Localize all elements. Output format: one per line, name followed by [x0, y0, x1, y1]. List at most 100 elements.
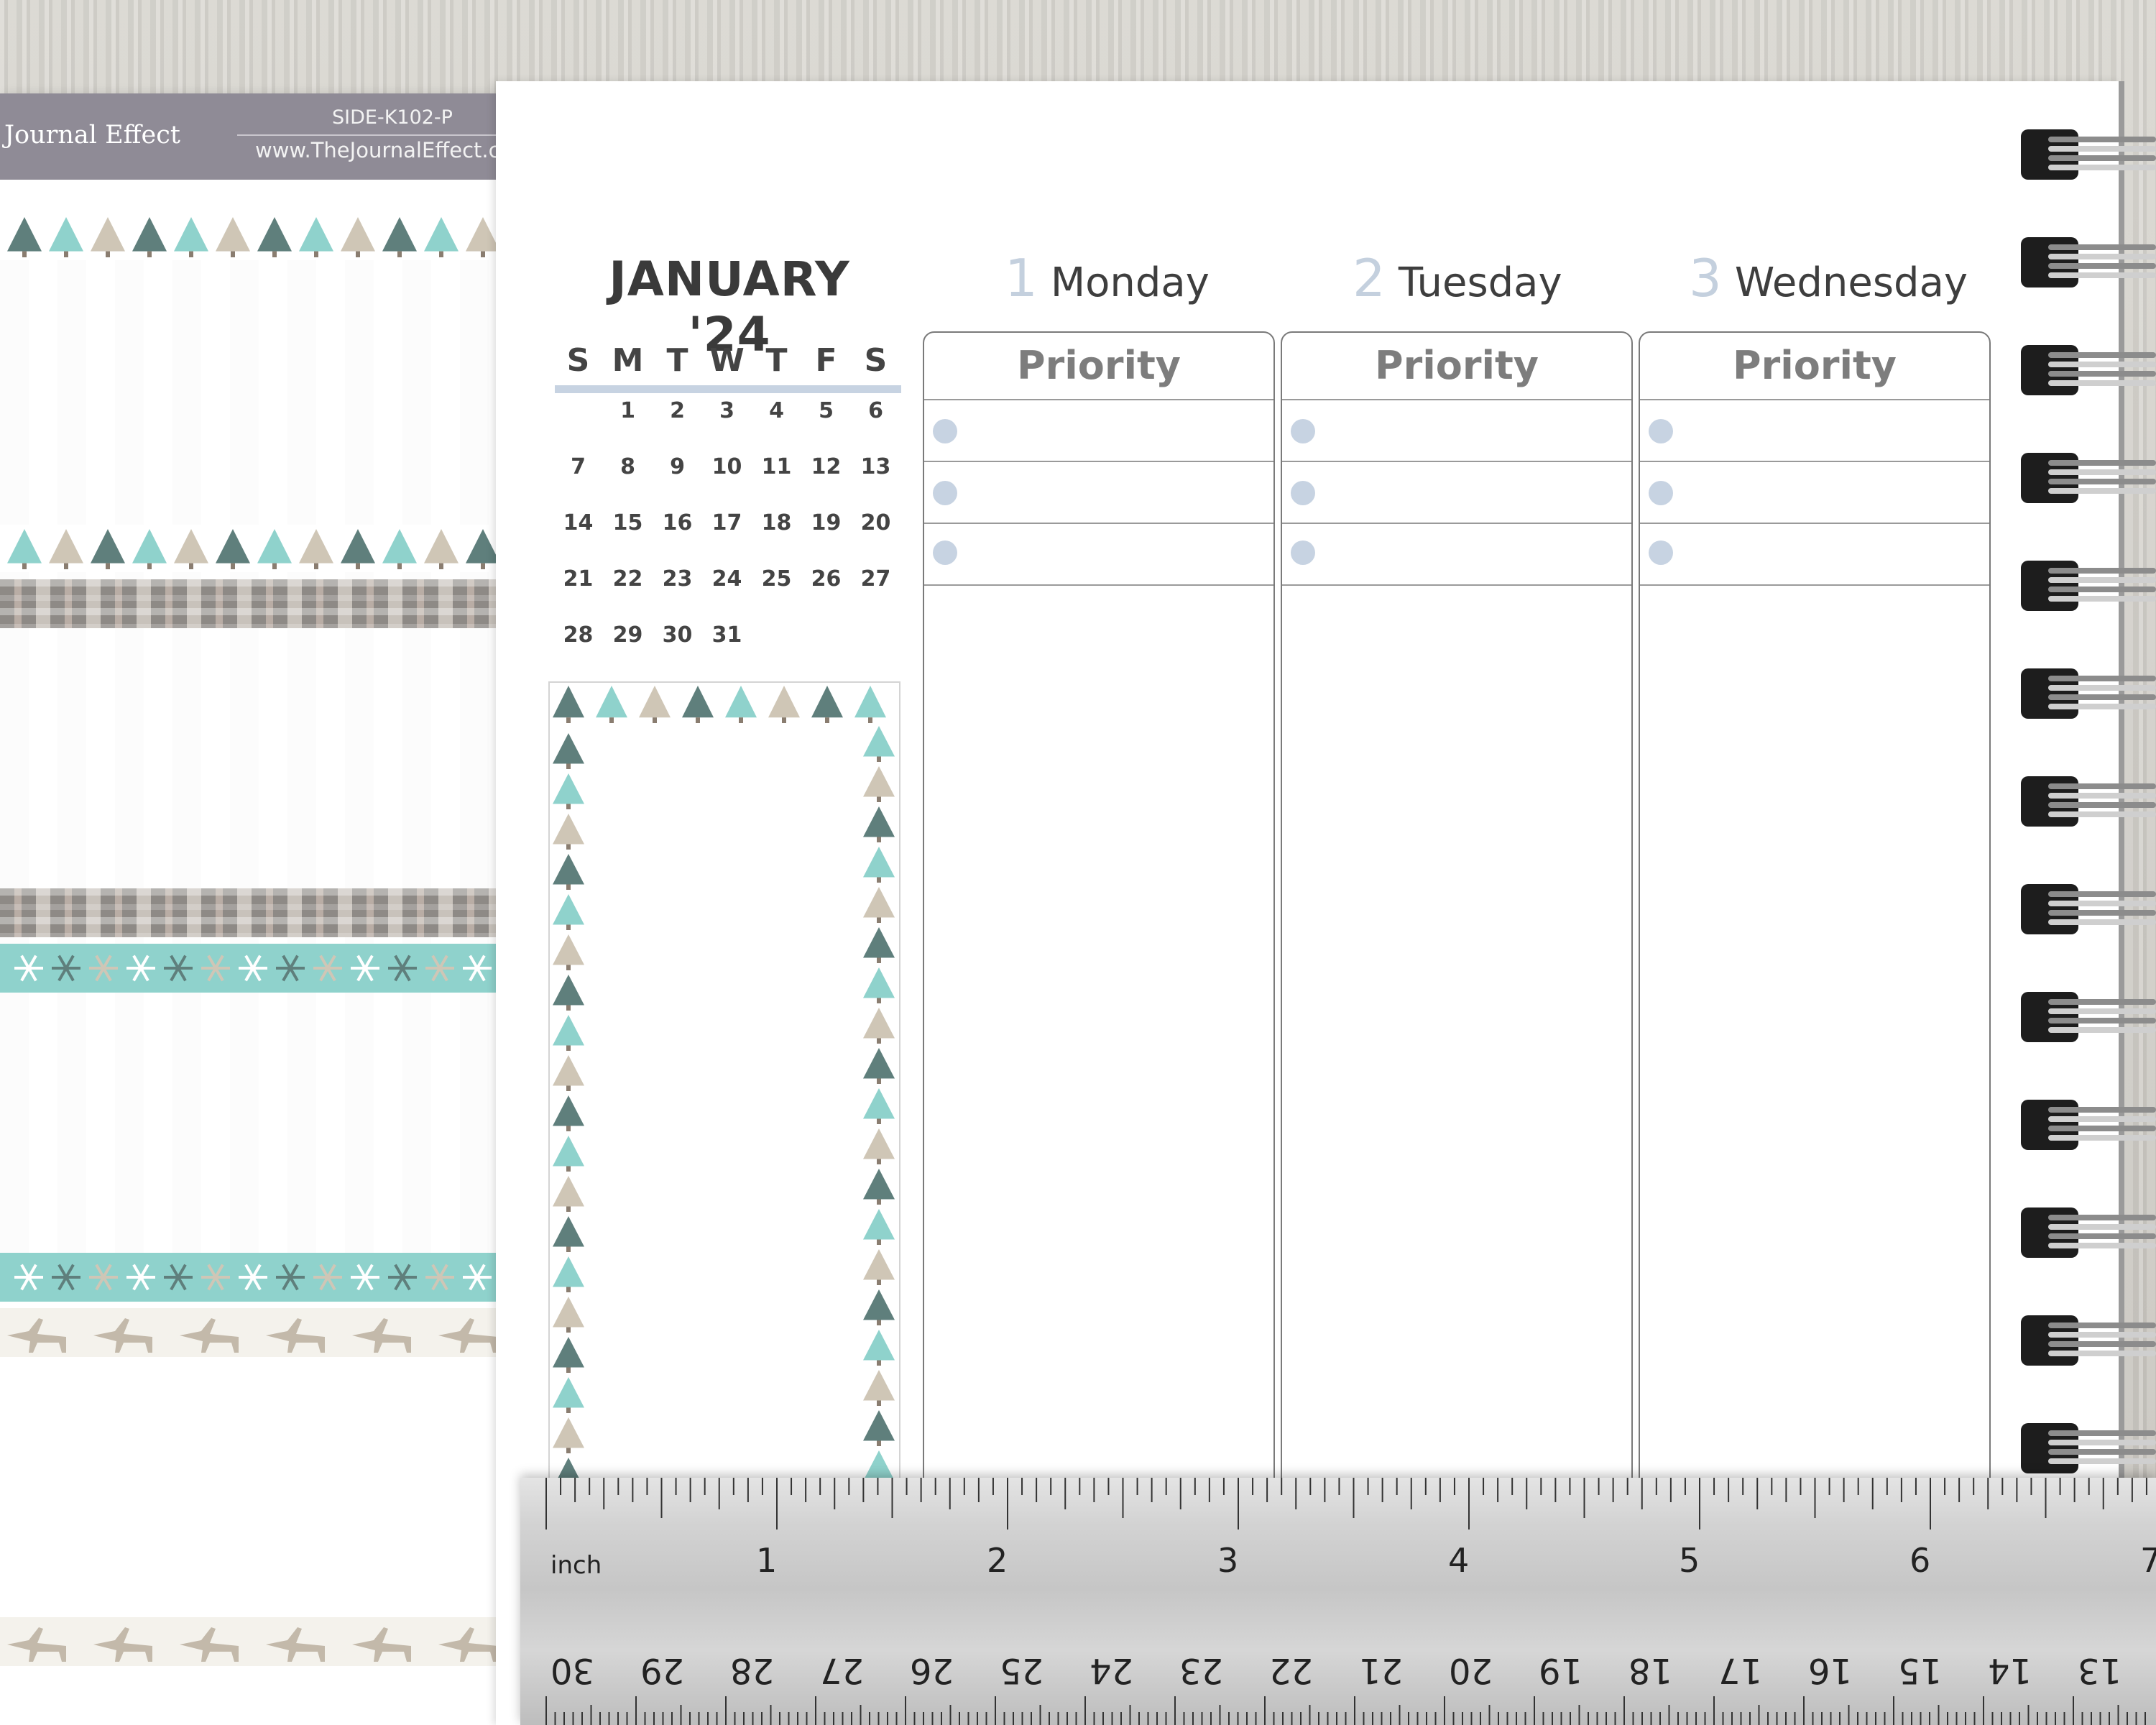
calendar-week-row: 21 22 23 24 25 26 27 [553, 551, 901, 607]
tree-trunk [877, 1440, 881, 1446]
calendar-week-row: 7 8 9 10 11 12 13 [553, 438, 901, 494]
tree-trunk [877, 1320, 881, 1325]
tree-icon [91, 217, 125, 252]
tree-icon [553, 733, 584, 764]
spiral-coil [2048, 371, 2156, 377]
tree-trunk [64, 251, 68, 257]
tree-trunk [566, 1206, 571, 1212]
calendar-day: 15 [612, 510, 643, 535]
calendar-day: 20 [860, 510, 891, 535]
tree-trunk [566, 1448, 571, 1453]
spiral-coil [2048, 165, 2156, 170]
tree-icon [863, 1330, 895, 1361]
weekday-label: T [666, 341, 688, 379]
spiral-binding [2019, 129, 2156, 1495]
calendar-day: 25 [761, 566, 792, 592]
tree-trunk [877, 1199, 881, 1205]
spiral-coil [2048, 460, 2156, 466]
tree-trunk [272, 563, 277, 569]
spiral-coil [2048, 919, 2156, 925]
row-divider [1640, 399, 1989, 400]
tree-trunk [877, 1159, 881, 1164]
tree-strip-art-2 [7, 529, 496, 569]
tree-trunk [397, 251, 402, 257]
deer-icon [7, 1318, 66, 1353]
tree-trunk [877, 796, 881, 802]
tree-icon [553, 1417, 584, 1448]
spiral-coil [2048, 676, 2156, 681]
calendar-day: 31 [711, 622, 742, 648]
row-divider [1282, 461, 1631, 462]
tree-icon [553, 1256, 584, 1287]
header-divider [237, 134, 496, 136]
cm-number: 16 [1808, 1650, 1853, 1690]
spiral-coil [2048, 488, 2156, 494]
day-column-wednesday: Priority [1639, 331, 1991, 1556]
spiral-coil [2048, 1458, 2156, 1464]
website-url: www.TheJournalEffect.c [255, 138, 496, 162]
tree-icon [553, 894, 584, 925]
deer-icon [93, 1318, 152, 1353]
bullet-dot [1649, 540, 1673, 565]
tree-icon [466, 217, 496, 252]
deer-icon [438, 1318, 496, 1353]
deer-icon [180, 1627, 239, 1662]
spiral-coil [2048, 469, 2156, 475]
spiral-coil [2048, 891, 2156, 897]
spiral-coil [2048, 1430, 2156, 1436]
tree-strip-art [7, 217, 496, 257]
tree-icon [299, 529, 333, 564]
calendar-day: 28 [563, 622, 594, 648]
spiral-coil [2048, 704, 2156, 709]
spiral-coil [2048, 910, 2156, 916]
tree-trunk [314, 563, 318, 569]
spiral-coil [2048, 1116, 2156, 1122]
row-divider [924, 523, 1273, 524]
tree-icon [863, 726, 895, 757]
tree-icon [863, 847, 895, 878]
tree-icon [854, 686, 886, 718]
cm-number: 30 [550, 1650, 595, 1690]
spiral-coil [2048, 1322, 2156, 1328]
spiral-coil [2048, 1341, 2156, 1347]
spiral-coil [2048, 479, 2156, 484]
deer-icon [93, 1627, 152, 1662]
calendar-week-row: 1 2 3 4 5 6 [553, 382, 901, 438]
bullet-dot [1291, 419, 1315, 443]
tree-icon [91, 529, 125, 564]
row-divider [1282, 399, 1631, 400]
spiral-coil [2048, 586, 2156, 592]
tree-trunk [566, 804, 571, 809]
bullet-dot [933, 419, 957, 443]
spiral-coil [2048, 263, 2156, 269]
calendar-day: 9 [670, 454, 685, 479]
tree-trunk [566, 717, 571, 723]
tree-trunk [64, 563, 68, 569]
deer-icon [352, 1318, 411, 1353]
spiral-coil [2048, 380, 2156, 386]
tree-icon [341, 529, 375, 564]
bullet-dot [1649, 419, 1673, 443]
spiral-coil [2048, 568, 2156, 574]
spiral-coil [2048, 793, 2156, 799]
calendar-day: 8 [620, 454, 635, 479]
priority-heading: Priority [1017, 343, 1181, 388]
tree-trunk [877, 1078, 881, 1084]
spiral-coil [2048, 352, 2156, 358]
inch-number: 5 [1679, 1541, 1700, 1580]
spiral-coil [2048, 1449, 2156, 1455]
tree-icon [174, 217, 208, 252]
tree-trunk [566, 1085, 571, 1091]
cm-number: 28 [730, 1650, 775, 1690]
inch-number: 1 [756, 1541, 778, 1580]
deer-strip-art [7, 1318, 496, 1353]
cm-number: 20 [1449, 1650, 1493, 1690]
tree-icon [553, 1055, 584, 1086]
tree-icon [466, 529, 496, 564]
tree-icon [863, 1370, 895, 1401]
row-divider [1282, 584, 1631, 586]
calendar-day: 21 [563, 566, 594, 592]
tree-trunk [566, 924, 571, 930]
spiral-coil [2048, 1215, 2156, 1220]
spiral-coil [2048, 802, 2156, 808]
